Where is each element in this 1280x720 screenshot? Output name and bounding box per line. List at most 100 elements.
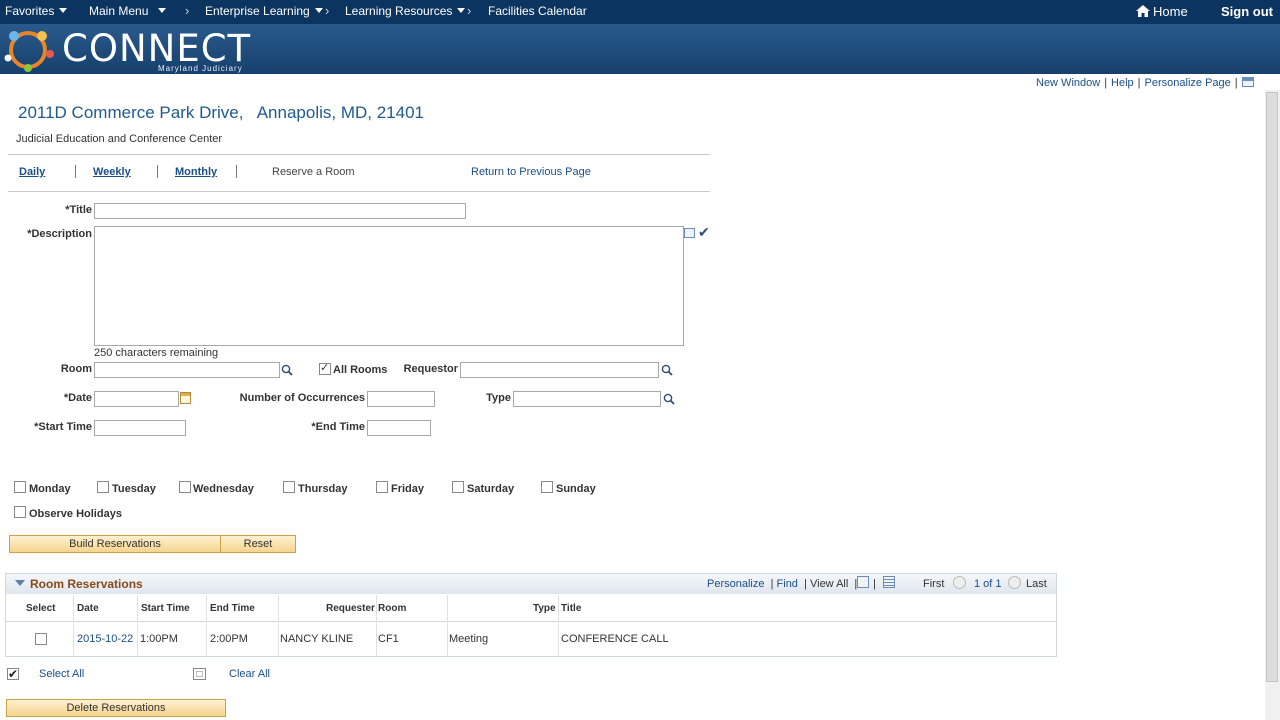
- chevron-down-icon: [158, 8, 167, 13]
- grid-first-label[interactable]: First: [923, 578, 944, 590]
- description-label: *Description: [27, 228, 92, 240]
- calendar-icon[interactable]: [180, 392, 191, 404]
- friday-checkbox[interactable]: [376, 481, 388, 493]
- tuesday-label: Tuesday: [112, 483, 156, 495]
- column-header-title[interactable]: Title: [561, 603, 581, 614]
- room-input[interactable]: [94, 362, 280, 378]
- row-end-time: 2:00PM: [210, 633, 248, 645]
- start-time-input[interactable]: [94, 420, 186, 436]
- chevron-down-icon: [457, 8, 466, 13]
- new-window-link[interactable]: New Window: [1036, 77, 1100, 89]
- description-textarea[interactable]: [94, 226, 684, 346]
- column-header-end-time[interactable]: End Time: [210, 603, 255, 614]
- divider: [8, 191, 710, 192]
- clear-all-icon[interactable]: [193, 668, 206, 680]
- build-reservations-button[interactable]: Build Reservations: [9, 535, 221, 553]
- reset-button[interactable]: Reset: [220, 535, 296, 553]
- tab-weekly[interactable]: Weekly: [93, 166, 131, 178]
- nav-learning-resources[interactable]: Learning Resources: [345, 4, 466, 18]
- row-title: CONFERENCE CALL: [561, 633, 669, 645]
- column-header-select: Select: [26, 603, 56, 614]
- spell-check-icon[interactable]: ✔: [698, 224, 710, 241]
- previous-page-icon[interactable]: [953, 576, 966, 589]
- nav-favorites[interactable]: Favorites: [5, 4, 68, 18]
- tab-monthly[interactable]: Monthly: [175, 166, 217, 178]
- sunday-label: Sunday: [556, 483, 596, 495]
- requestor-input[interactable]: [460, 362, 659, 378]
- column-header-room[interactable]: Room: [378, 603, 406, 614]
- sunday-checkbox[interactable]: [541, 481, 553, 493]
- page-layout-icon[interactable]: [1241, 77, 1254, 87]
- center-name: Judicial Education and Conference Center: [16, 133, 223, 145]
- next-page-icon[interactable]: [1008, 576, 1021, 589]
- row-select-checkbox[interactable]: [35, 633, 47, 645]
- personalize-page-link[interactable]: Personalize Page: [1145, 77, 1231, 89]
- type-input[interactable]: [513, 391, 661, 407]
- grid-download-icon[interactable]: [883, 576, 895, 588]
- column-header-requester[interactable]: Requester: [326, 603, 375, 614]
- room-search-icon[interactable]: [281, 364, 293, 376]
- saturday-label: Saturday: [467, 483, 515, 495]
- row-requester: NANCY KLINE: [280, 633, 354, 645]
- thursday-label: Thursday: [298, 483, 348, 495]
- column-header-type[interactable]: Type: [533, 603, 556, 614]
- thursday-checkbox[interactable]: [283, 481, 295, 493]
- toolbar-separator: |: [873, 578, 876, 590]
- occurrences-input[interactable]: [367, 391, 435, 407]
- column-divider: [558, 595, 559, 656]
- observe-holidays-label: Observe Holidays: [29, 508, 122, 520]
- requestor-label: Requestor: [403, 363, 458, 375]
- row-date-link[interactable]: 2015-10-22: [77, 633, 133, 645]
- nav-enterprise-learning[interactable]: Enterprise Learning: [205, 4, 323, 18]
- row-type: Meeting: [449, 633, 489, 645]
- column-header-date[interactable]: Date: [77, 603, 99, 614]
- help-link[interactable]: Help: [1111, 77, 1134, 89]
- column-divider: [73, 595, 74, 656]
- saturday-checkbox[interactable]: [452, 481, 464, 493]
- utility-links: New Window | Help | Personalize Page |: [1036, 77, 1254, 89]
- tab-daily[interactable]: Daily: [19, 166, 45, 178]
- delete-reservations-button[interactable]: Delete Reservations: [6, 699, 226, 717]
- column-divider: [447, 595, 448, 656]
- column-divider: [278, 595, 279, 656]
- grid-view-all-link[interactable]: View All: [810, 578, 848, 590]
- end-time-input[interactable]: [367, 420, 431, 436]
- column-divider: [206, 595, 207, 656]
- breadcrumb-chevron-icon: ›: [325, 3, 330, 18]
- chevron-down-icon: [59, 8, 68, 13]
- grid-last-label[interactable]: Last: [1026, 578, 1047, 590]
- nav-main-menu[interactable]: Main Menu: [89, 4, 167, 18]
- home-link[interactable]: Home: [1136, 4, 1188, 19]
- observe-holidays-checkbox[interactable]: [14, 506, 26, 518]
- logo-subtitle: Maryland Judiciary: [158, 64, 243, 73]
- tuesday-checkbox[interactable]: [97, 481, 109, 493]
- top-nav-bar: Favorites Main Menu › Enterprise Learnin…: [0, 0, 1280, 24]
- row-start-time: 1:00PM: [140, 633, 178, 645]
- grid-find-link[interactable]: Find: [777, 578, 798, 590]
- tab-separator: [236, 165, 237, 178]
- date-input[interactable]: [94, 391, 179, 407]
- all-rooms-label: All Rooms: [333, 364, 388, 376]
- grid-zoom-icon[interactable]: [857, 576, 869, 588]
- chevron-down-icon: [314, 8, 323, 13]
- wednesday-checkbox[interactable]: [179, 481, 191, 493]
- type-search-icon[interactable]: [663, 393, 675, 405]
- collapse-triangle-icon[interactable]: [15, 580, 25, 586]
- nav-facilities-calendar[interactable]: Facilities Calendar: [488, 4, 587, 18]
- grid-title: Room Reservations: [30, 577, 143, 591]
- requestor-search-icon[interactable]: [661, 364, 673, 376]
- expand-textarea-icon[interactable]: [684, 228, 695, 238]
- grid-personalize-link[interactable]: Personalize: [707, 578, 764, 590]
- select-all-link[interactable]: Select All: [39, 668, 84, 680]
- wednesday-label: Wednesday: [193, 483, 254, 495]
- return-to-previous-page-link[interactable]: Return to Previous Page: [471, 166, 591, 178]
- grid-toolbar: Personalize | Find | View All |: [707, 578, 861, 590]
- title-input[interactable]: [94, 203, 466, 219]
- monday-checkbox[interactable]: [14, 481, 26, 493]
- scrollbar-thumb[interactable]: [1266, 92, 1278, 682]
- clear-all-link[interactable]: Clear All: [229, 668, 270, 680]
- column-header-start-time[interactable]: Start Time: [141, 603, 190, 614]
- all-rooms-checkbox[interactable]: [319, 361, 331, 375]
- select-all-icon[interactable]: ✔: [7, 668, 19, 680]
- sign-out-link[interactable]: Sign out: [1221, 4, 1273, 19]
